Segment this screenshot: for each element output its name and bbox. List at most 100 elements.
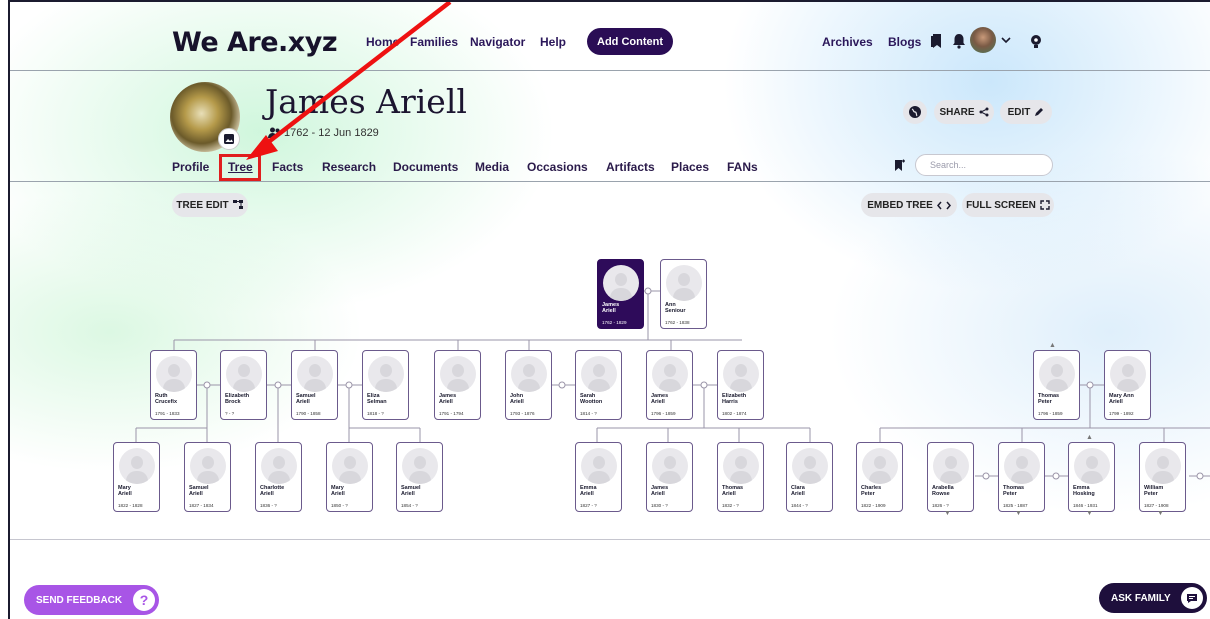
person-card[interactable]: Mary Ariell 1822 - 1828: [113, 442, 160, 512]
person-photo: [402, 448, 438, 484]
person-name: Thomas Ariell: [722, 485, 744, 498]
person-name: Mary Ariell: [331, 485, 345, 498]
person-card[interactable]: Ann Seniour 1762 - 1838: [660, 259, 707, 329]
person-dates: 1832 - ?: [722, 503, 739, 508]
person-photo: [581, 356, 617, 392]
person-card[interactable]: James Ariell 1796 - 1859: [646, 350, 693, 420]
person-photo: [1110, 356, 1146, 392]
expand-down-icon[interactable]: ▼: [944, 510, 951, 517]
person-card[interactable]: Clara Ariell 1844 - ?: [786, 442, 833, 512]
person-name: Sarah Wootton: [580, 393, 603, 406]
person-dates: 1825 - 1887: [1003, 503, 1028, 508]
person-photo: [723, 448, 759, 484]
person-name: Mary Ann Ariell: [1109, 393, 1134, 406]
person-name: John Ariell: [510, 393, 524, 406]
person-card[interactable]: Ruth Crucefix 1791 - 1833: [150, 350, 197, 420]
person-card[interactable]: James Ariell 1830 - ?: [646, 442, 693, 512]
person-card[interactable]: Charlotte Ariell 1836 - ?: [255, 442, 302, 512]
person-name: William Peter: [1144, 485, 1164, 498]
person-card[interactable]: Sarah Wootton 1814 - ?: [575, 350, 622, 420]
person-photo: [511, 356, 547, 392]
person-card[interactable]: Emma Ariell 1827 - ?: [575, 442, 622, 512]
expand-up-icon[interactable]: ▲: [1086, 434, 1093, 441]
person-card[interactable]: Thomas Peter 1796 - 1859: [1033, 350, 1080, 420]
person-name: Eliza Selman: [367, 393, 387, 406]
person-photo: [603, 265, 639, 301]
person-dates: 1850 - ?: [331, 503, 348, 508]
person-card[interactable]: Charles Peter 1822 - 1909: [856, 442, 903, 512]
person-dates: 1818 - ?: [367, 411, 384, 416]
person-card[interactable]: Arabella Rowse 1826 - ?: [927, 442, 974, 512]
person-card[interactable]: Eliza Selman 1818 - ?: [362, 350, 409, 420]
person-photo: [1004, 448, 1040, 484]
person-photo: [862, 448, 898, 484]
ask-family-button[interactable]: ASK FAMILY: [1099, 583, 1207, 613]
person-dates: 1827 - 1834: [189, 503, 214, 508]
person-dates: 1846 - 1931: [1073, 503, 1098, 508]
send-feedback-label: SEND FEEDBACK: [36, 594, 123, 606]
person-photo: [297, 356, 333, 392]
person-photo: [440, 356, 476, 392]
app-window: We Are.xyz Home Families Navigator Help …: [8, 0, 1210, 619]
person-photo: [332, 448, 368, 484]
person-card[interactable]: Samuel Ariell 1827 - 1834: [184, 442, 231, 512]
send-feedback-button[interactable]: SEND FEEDBACK ?: [24, 585, 159, 615]
person-card[interactable]: Samuel Ariell 1790 - 1858: [291, 350, 338, 420]
person-card[interactable]: James Ariell 1791 - 1794: [434, 350, 481, 420]
person-card[interactable]: John Ariell 1793 - 1876: [505, 350, 552, 420]
chat-icon: [1181, 587, 1203, 609]
person-name: Emma Ariell: [580, 485, 597, 498]
person-card[interactable]: Mary Ariell 1850 - ?: [326, 442, 373, 512]
person-card[interactable]: Samuel Ariell 1854 - ?: [396, 442, 443, 512]
person-photo: [368, 356, 404, 392]
person-dates: 1854 - ?: [401, 503, 418, 508]
person-name: Elizabeth Brock: [225, 393, 250, 406]
person-dates: 1762 - 1829: [602, 320, 627, 325]
person-name: Thomas Peter: [1038, 393, 1060, 406]
person-dates: 1836 - ?: [260, 503, 277, 508]
person-photo: [581, 448, 617, 484]
person-dates: 1793 - 1876: [510, 411, 535, 416]
expand-down-icon[interactable]: ▼: [1157, 510, 1164, 517]
person-photo: [1074, 448, 1110, 484]
person-card[interactable]: James Ariell 1762 - 1829: [597, 259, 644, 329]
person-card[interactable]: Thomas Ariell 1832 - ?: [717, 442, 764, 512]
person-name: Elizabeth Harris: [722, 393, 747, 406]
ask-family-label: ASK FAMILY: [1111, 592, 1171, 604]
person-dates: 1830 - ?: [651, 503, 668, 508]
person-card[interactable]: Mary Ann Ariell 1799 - 1892: [1104, 350, 1151, 420]
person-photo: [666, 265, 702, 301]
person-name: Thomas Peter: [1003, 485, 1025, 498]
person-dates: ? - ?: [225, 411, 235, 416]
help-icon: ?: [133, 589, 155, 611]
person-card[interactable]: Elizabeth Brock ? - ?: [220, 350, 267, 420]
person-photo: [652, 448, 688, 484]
person-name: Samuel Ariell: [401, 485, 421, 498]
person-card[interactable]: Emma Hosking 1846 - 1931: [1068, 442, 1115, 512]
expand-up-icon[interactable]: ▲: [1049, 342, 1056, 349]
person-name: James Ariell: [651, 393, 669, 406]
person-card[interactable]: Elizabeth Harris 1802 - 1874: [717, 350, 764, 420]
person-dates: 1790 - 1858: [296, 411, 321, 416]
person-name: James Ariell: [602, 302, 620, 315]
person-name: Samuel Ariell: [189, 485, 209, 498]
person-dates: 1844 - ?: [791, 503, 808, 508]
person-name: James Ariell: [439, 393, 457, 406]
person-photo: [1039, 356, 1075, 392]
expand-down-icon[interactable]: ▼: [1086, 510, 1093, 517]
person-dates: 1762 - 1838: [665, 320, 690, 325]
person-dates: 1799 - 1892: [1109, 411, 1134, 416]
expand-down-icon[interactable]: ▼: [1015, 510, 1022, 517]
person-dates: 1822 - 1909: [861, 503, 886, 508]
person-card[interactable]: William Peter 1827 - 1908: [1139, 442, 1186, 512]
person-photo: [792, 448, 828, 484]
person-card[interactable]: Thomas Peter 1825 - 1887: [998, 442, 1045, 512]
person-dates: 1796 - 1859: [651, 411, 676, 416]
person-dates: 1791 - 1794: [439, 411, 464, 416]
person-name: Arabella Rowse: [932, 485, 954, 498]
person-photo: [156, 356, 192, 392]
person-dates: 1827 - 1908: [1144, 503, 1169, 508]
person-dates: 1826 - ?: [932, 503, 949, 508]
person-name: Samuel Ariell: [296, 393, 316, 406]
person-photo: [652, 356, 688, 392]
